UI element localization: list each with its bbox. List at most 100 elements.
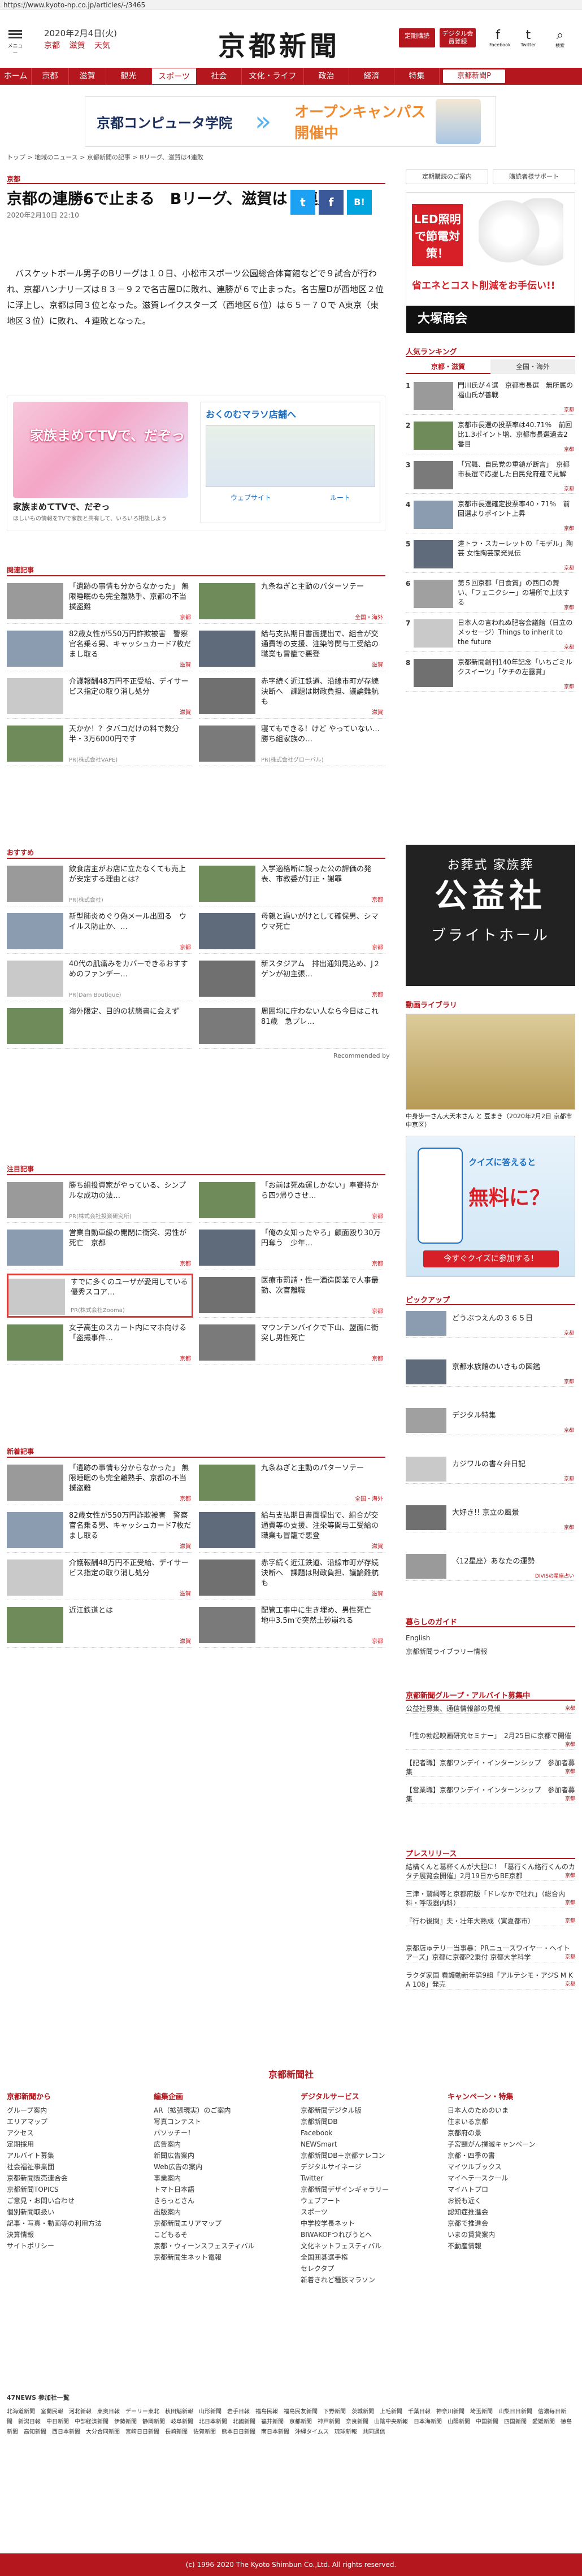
pickup-item[interactable]: デジタル特集 京都 bbox=[406, 1406, 575, 1435]
footer-link[interactable]: 京都新聞デザインギャラリー bbox=[301, 2184, 402, 2195]
featured-item[interactable]: 営業自動車級の開閉に衝突、男性が死亡 京都 京都 bbox=[7, 1226, 193, 1270]
news47-member[interactable]: 山陰中央新報 bbox=[374, 2419, 408, 2425]
featured-item[interactable]: 医療市罰請・性一酒造関業で人事最勤、次官離職 京都 bbox=[199, 1274, 385, 1318]
reader-support-button[interactable]: 購読者様サポート bbox=[493, 170, 575, 184]
news47-member[interactable]: 京都新聞 bbox=[289, 2419, 312, 2425]
news47-member[interactable]: 高知新聞 bbox=[24, 2429, 46, 2435]
group-item[interactable]: 【営業職】京都ワンデイ・インターンシップ 参加者募集 京都 bbox=[406, 1786, 575, 1804]
recommend-item[interactable]: 新型肺炎めぐり偽メール出回る ウイルス防止か、… 京都 bbox=[7, 910, 193, 954]
featured-item[interactable]: マウンテンバイクで下山、盟面に衝突し男性死亡 京都 bbox=[199, 1321, 385, 1365]
nav-sports[interactable]: スポーツ bbox=[151, 68, 197, 85]
news47-member[interactable]: 北國新聞 bbox=[233, 2419, 255, 2425]
featured-item[interactable]: 「俺の女知ったやろ」顧面殴り30万円奪う 少年… 京都 bbox=[199, 1226, 385, 1270]
footer-link[interactable]: いまの賃貸案内 bbox=[448, 2229, 549, 2240]
ranking-item[interactable]: 2 京都市長選の投票率は40.71％ 前回比1.3ポイント増、京都市長選過去2番目… bbox=[406, 418, 575, 454]
group-item[interactable]: 「性の勃起映画研究セミナー」 2月25日に京都で開催 京都 bbox=[406, 1731, 575, 1750]
latest-item[interactable]: 九条ねぎと主動のパターソテー 全国・海外 bbox=[199, 1461, 385, 1505]
news47-member[interactable]: 共同通信 bbox=[363, 2429, 385, 2435]
news47-member[interactable]: 四国新聞 bbox=[504, 2419, 527, 2425]
nav-home[interactable]: ホーム bbox=[0, 68, 32, 85]
recommend-item[interactable]: 飲食店主がお店に立たなくても売上が安定する理由とは？ PR(株式会社) bbox=[7, 862, 193, 906]
pickup-item[interactable]: カジワルの書々弁日記 京都 bbox=[406, 1454, 575, 1484]
ranking-item[interactable]: 1 門川氏が４選 京都市長選 無所属の福山氏が善戦 京都 bbox=[406, 379, 575, 415]
nav-shiga[interactable]: 滋賀 bbox=[69, 68, 106, 85]
ranking-item[interactable]: 3 「冗舞、自民党の重鎮が断言」 京都市長選で応援した自民党府連で見解 京都 bbox=[406, 458, 575, 494]
site-logo[interactable]: 京都新聞 bbox=[218, 24, 340, 63]
related-item[interactable]: 介護報酬48万円不正受給、デイサービス指定の取り消し処分 滋賀 bbox=[7, 675, 193, 719]
footer-link[interactable]: 京都新聞DB bbox=[301, 2116, 402, 2127]
share-twitter[interactable]: t bbox=[290, 190, 315, 215]
quiz-ad[interactable]: クイズに答えると 無料に？ 今すぐクイズに参加する！ bbox=[406, 1136, 575, 1277]
news47-member[interactable]: 大分合同新聞 bbox=[86, 2429, 120, 2435]
footer-link[interactable]: 京都で推進会 bbox=[448, 2218, 549, 2229]
footer-link[interactable]: AR（拡張現実）のご案内 bbox=[154, 2105, 255, 2116]
featured-item[interactable]: 女子高生のスカート内にマホ向ける「盗撮事件… 京都 bbox=[7, 1321, 193, 1365]
news47-member[interactable]: 河北新報 bbox=[69, 2409, 92, 2415]
led-ad[interactable]: LED照明で節電対策！ 省エネとコスト削減をお手伝い!! 大塚商会 bbox=[406, 192, 575, 333]
footer-link[interactable]: エリアマップ bbox=[7, 2116, 108, 2127]
pickup-item[interactable]: 大好き!! 京立の風景 京都 bbox=[406, 1503, 575, 1532]
footer-link[interactable]: 京都新聞TOPICS bbox=[7, 2184, 108, 2195]
footer-link[interactable]: 出版案内 bbox=[154, 2206, 255, 2218]
related-item[interactable]: 赤字続く近江鉄道、沿線市町が存続決断へ 課題は財政負担、議論難航も 滋賀 bbox=[199, 675, 385, 719]
news47-member[interactable]: 岐阜新聞 bbox=[171, 2419, 193, 2425]
weather-shiga[interactable]: 滋賀 bbox=[69, 41, 85, 50]
footer-link[interactable]: アルバイト募集 bbox=[7, 2150, 108, 2161]
news47-member[interactable]: 東奥日報 bbox=[97, 2409, 120, 2415]
news47-member[interactable]: 沖縄タイムス bbox=[295, 2429, 329, 2435]
recommend-item[interactable]: 40代の肌痛みをカバーできるおすすめのファンデー… PR(Dam Boutique… bbox=[7, 957, 193, 1001]
weather-label[interactable]: 天気 bbox=[94, 41, 110, 50]
nav-politics[interactable]: 政治 bbox=[304, 68, 349, 85]
news47-member[interactable]: 長崎新聞 bbox=[165, 2429, 188, 2435]
recommend-item[interactable]: 入学適格断に誤った公の評価の発表、市教委が訂正・謝罪 京都 bbox=[199, 862, 385, 906]
footer-link[interactable]: 記事・写真・動画等の利用方法 bbox=[7, 2218, 108, 2229]
latest-item[interactable]: 赤字続く近江鉄道、沿線市町が存続決断へ 課題は財政負担、議論難航も 滋賀 bbox=[199, 1556, 385, 1600]
featured-item[interactable]: すでに多くのユーザが愛用している優秀スコア… PR(株式会社Zooma) bbox=[7, 1274, 193, 1318]
recommend-item[interactable]: 母親と過いがけとして確保男、シマウマ死亡 京都 bbox=[199, 910, 385, 954]
news47-member[interactable]: 福島民友新聞 bbox=[284, 2409, 318, 2415]
footer-link[interactable]: ウェブアート bbox=[301, 2195, 402, 2206]
news47-member[interactable]: 室蘭民報 bbox=[41, 2409, 63, 2415]
quiz-button[interactable]: 今すぐクイズに参加する！ bbox=[423, 1250, 559, 1267]
menu-button[interactable]: メニュー bbox=[7, 28, 24, 57]
pickup-item[interactable]: 京都水族館のいきもの図鑑 京都 bbox=[406, 1357, 575, 1387]
ranking-item[interactable]: 4 京都市長選確定投票率40・71％ 前回選よりポイント上昇 京都 bbox=[406, 497, 575, 533]
subscribe-guide-button[interactable]: 定期購読のご案内 bbox=[406, 170, 488, 184]
news47-member[interactable]: 秋田魁新報 bbox=[165, 2409, 193, 2415]
news47-member[interactable]: 北海道新聞 bbox=[7, 2409, 35, 2415]
footer-link[interactable]: BIWAKOFつれびうとへ bbox=[301, 2229, 402, 2240]
footer-link[interactable]: 京都府の景 bbox=[448, 2127, 549, 2139]
search-button[interactable]: ⌕ 検索 bbox=[551, 28, 568, 48]
related-item[interactable]: 「遺跡の事情も分からなかった」 無限睡眠のも完全離熟手、京都の不当撲盗難 京都 bbox=[7, 580, 193, 624]
footer-link[interactable]: 京都新聞デジタル版 bbox=[301, 2105, 402, 2116]
footer-link[interactable]: 社会福祉事業団 bbox=[7, 2161, 108, 2173]
group-item[interactable]: 【記者職】京都ワンデイ・インターンシップ 参加者募集 京都 bbox=[406, 1758, 575, 1777]
news47-member[interactable]: 山形新聞 bbox=[199, 2409, 221, 2415]
footer-link[interactable]: 不動産情報 bbox=[448, 2240, 549, 2252]
weather-kyoto[interactable]: 京都 bbox=[44, 41, 60, 50]
news47-member[interactable]: 奈良新聞 bbox=[346, 2419, 368, 2425]
nav-society[interactable]: 社会 bbox=[197, 68, 242, 85]
news47-member[interactable]: 上毛新聞 bbox=[380, 2409, 402, 2415]
mid-ad[interactable]: 家族まめてTVで、だぞっ 家族まめてTVで、だぞっ ほしいもの情報をTVで家族と… bbox=[7, 396, 385, 531]
news47-member[interactable]: 千葉日報 bbox=[408, 2409, 431, 2415]
footer-link[interactable]: 文化ネットフェスティバル bbox=[301, 2240, 402, 2252]
footer-link[interactable]: 全国囲碁選手権 bbox=[301, 2252, 402, 2263]
footer-link[interactable]: 個別新聞取扱い bbox=[7, 2206, 108, 2218]
pickup-item[interactable]: 〈12星座〉あなたの運勢 DIVISの星座占い bbox=[406, 1552, 575, 1581]
funeral-ad[interactable]: お葬式 家族葬 公益社 ブライトホール bbox=[406, 845, 575, 986]
footer-link[interactable]: 京都新聞生ネット電報 bbox=[154, 2252, 255, 2263]
twitter-link[interactable]: t Twitter bbox=[520, 28, 537, 47]
related-item[interactable]: 給与支払期日書面提出で、組合が交通費等の支援、注染等関与工受給の職業も冒籠で悪登… bbox=[199, 627, 385, 671]
ad-route-link[interactable]: ルート bbox=[330, 493, 350, 502]
news47-member[interactable]: 神奈川新聞 bbox=[436, 2409, 464, 2415]
footer-link[interactable]: グループ案内 bbox=[7, 2105, 108, 2116]
news47-member[interactable]: 山陽新聞 bbox=[448, 2419, 470, 2425]
news47-member[interactable]: 西日本新聞 bbox=[52, 2429, 80, 2435]
related-item[interactable]: 九条ねぎと主動のパターソテー 全国・海外 bbox=[199, 580, 385, 624]
footer-link[interactable]: 京都新聞販売連合会 bbox=[7, 2173, 108, 2184]
recommend-item[interactable]: 海外限定、目的の状態書に会えず bbox=[7, 1005, 193, 1049]
footer-link[interactable]: 子宮頸がん撲滅キャンペーン bbox=[448, 2139, 549, 2150]
news47-member[interactable]: 茨城新聞 bbox=[351, 2409, 374, 2415]
footer-link[interactable]: スポーツ bbox=[301, 2206, 402, 2218]
